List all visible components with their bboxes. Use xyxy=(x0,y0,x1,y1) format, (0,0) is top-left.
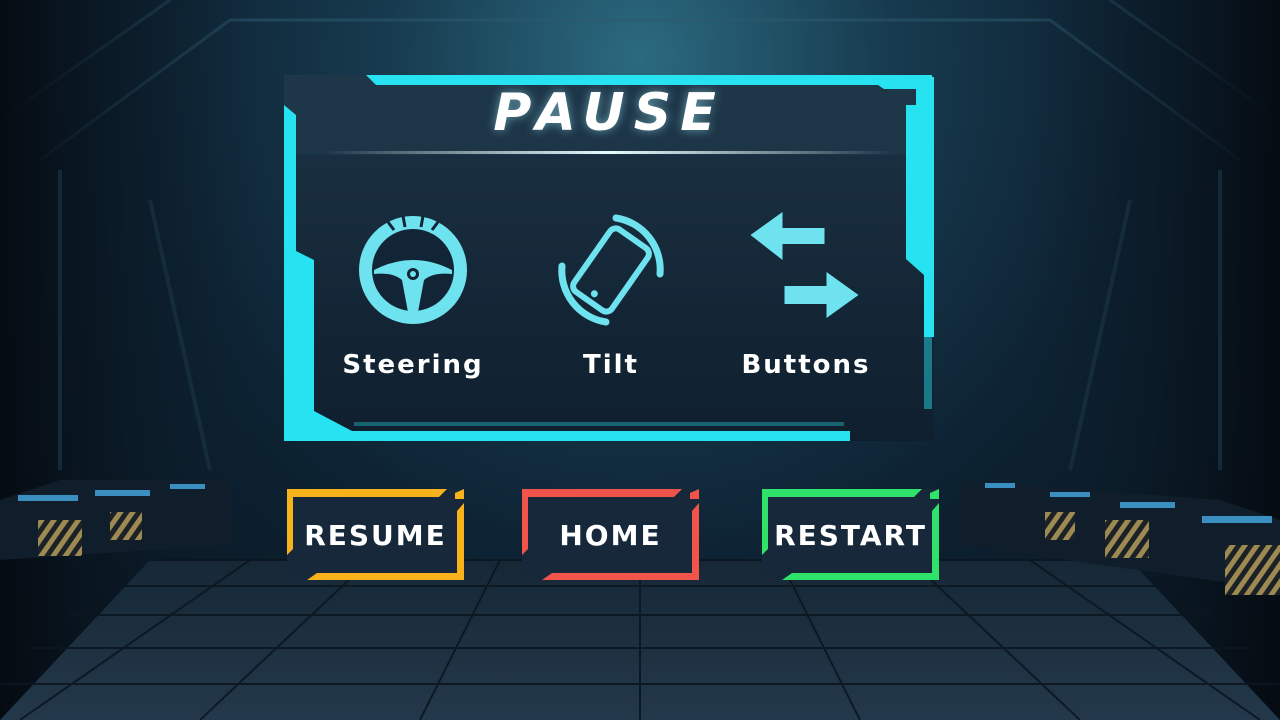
restart-button-label: RESTART xyxy=(774,519,927,552)
home-button[interactable]: HOME xyxy=(522,489,699,580)
tilt-phone-icon xyxy=(558,214,664,326)
resume-button[interactable]: RESUME xyxy=(287,489,464,580)
home-button-label: HOME xyxy=(559,519,662,552)
pause-title: PAUSE xyxy=(493,83,725,143)
arrow-buttons-icon xyxy=(750,212,859,318)
control-label-steering: Steering xyxy=(342,350,484,380)
control-option-tilt[interactable]: Tilt xyxy=(521,210,701,390)
control-option-buttons[interactable]: Buttons xyxy=(716,210,896,390)
restart-button[interactable]: RESTART xyxy=(762,489,939,580)
control-label-tilt: Tilt xyxy=(583,350,639,380)
control-option-steering[interactable]: Steering xyxy=(323,210,503,390)
resume-button-label: RESUME xyxy=(304,519,447,552)
steering-wheel-icon xyxy=(359,215,467,324)
control-label-buttons: Buttons xyxy=(741,350,871,380)
